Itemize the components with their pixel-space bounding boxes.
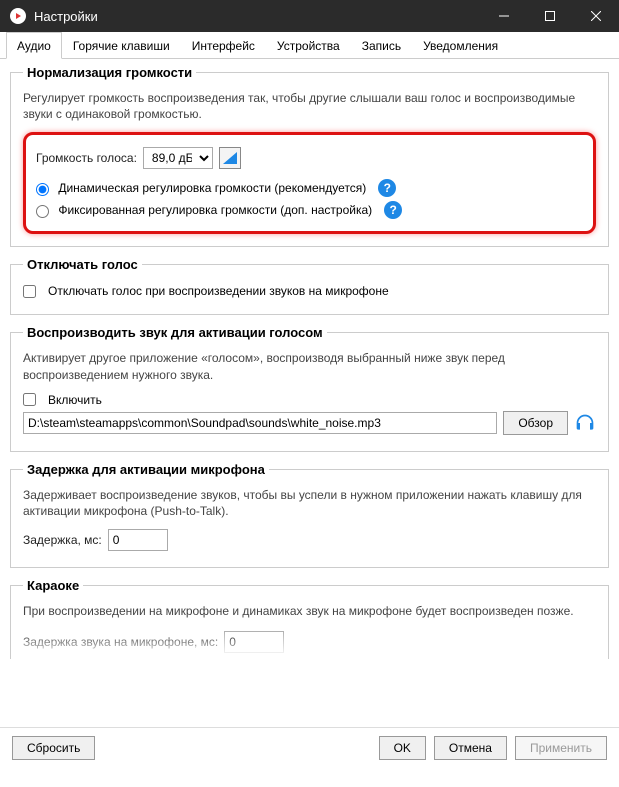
help-icon[interactable]: ? <box>378 179 396 197</box>
group-normalization-legend: Нормализация громкости <box>23 65 196 80</box>
headphones-icon[interactable] <box>574 412 596 434</box>
radio-dynamic-label[interactable]: Динамическая регулировка громкости (реко… <box>36 181 366 195</box>
tab-interface[interactable]: Интерфейс <box>181 32 266 59</box>
ok-button[interactable]: OK <box>379 736 426 760</box>
tab-audio[interactable]: Аудио <box>6 32 62 59</box>
tab-notifications[interactable]: Уведомления <box>412 32 509 59</box>
voice-volume-label: Громкость голоса: <box>36 151 137 165</box>
maximize-button[interactable] <box>527 0 573 32</box>
voice-volume-select[interactable]: 89,0 дБ <box>143 147 213 169</box>
group-voice-activation: Воспроизводить звук для активации голосо… <box>10 325 609 451</box>
radio-dynamic-text: Динамическая регулировка громкости (реко… <box>58 181 366 195</box>
group-karaoke: Караоке При воспроизведении на микрофоне… <box>10 578 609 659</box>
button-bar: Сбросить OK Отмена Применить <box>0 727 619 772</box>
window-title: Настройки <box>34 9 98 24</box>
reset-button[interactable]: Сбросить <box>12 736 95 760</box>
tab-devices[interactable]: Устройства <box>266 32 351 59</box>
close-button[interactable] <box>573 0 619 32</box>
tabs: Аудио Горячие клавиши Интерфейс Устройст… <box>0 32 619 59</box>
group-mic-delay-legend: Задержка для активации микрофона <box>23 462 269 477</box>
group-mute-voice: Отключать голос Отключать голос при восп… <box>10 257 609 315</box>
window-controls <box>481 0 619 32</box>
radio-fixed[interactable] <box>36 205 49 218</box>
mute-voice-checkbox[interactable] <box>23 285 36 298</box>
titlebar: Настройки <box>0 0 619 32</box>
voice-activation-enable-label[interactable]: Включить <box>23 393 596 407</box>
voice-activation-path-input[interactable] <box>23 412 497 434</box>
app-icon <box>10 8 26 24</box>
radio-fixed-label[interactable]: Фиксированная регулировка громкости (доп… <box>36 203 372 217</box>
mic-delay-input[interactable] <box>108 529 168 551</box>
volume-meter-icon[interactable] <box>219 147 241 169</box>
group-mute-voice-legend: Отключать голос <box>23 257 142 272</box>
karaoke-delay-label: Задержка звука на микрофоне, мс: <box>23 635 218 649</box>
mute-voice-checkbox-label[interactable]: Отключать голос при воспроизведении звук… <box>23 284 596 298</box>
mute-voice-text: Отключать голос при воспроизведении звук… <box>48 284 389 298</box>
minimize-button[interactable] <box>481 0 527 32</box>
voice-activation-enable-checkbox[interactable] <box>23 393 36 406</box>
mic-delay-label: Задержка, мс: <box>23 533 102 547</box>
group-mic-delay: Задержка для активации микрофона Задержи… <box>10 462 609 568</box>
group-voice-activation-legend: Воспроизводить звук для активации голосо… <box>23 325 327 340</box>
tab-record[interactable]: Запись <box>351 32 412 59</box>
apply-button[interactable]: Применить <box>515 736 607 760</box>
karaoke-delay-input[interactable] <box>224 631 284 653</box>
voice-activation-enable-text: Включить <box>48 393 102 407</box>
radio-fixed-text: Фиксированная регулировка громкости (доп… <box>58 203 372 217</box>
group-normalization: Нормализация громкости Регулирует громко… <box>10 65 609 247</box>
highlighted-region: Громкость голоса: 89,0 дБ Динамическая р… <box>23 132 596 234</box>
normalization-desc: Регулирует громкость воспроизведения так… <box>23 90 596 122</box>
karaoke-desc: При воспроизведении на микрофоне и динам… <box>23 603 596 619</box>
group-karaoke-legend: Караоке <box>23 578 83 593</box>
help-icon[interactable]: ? <box>384 201 402 219</box>
voice-activation-desc: Активирует другое приложение «голосом», … <box>23 350 596 382</box>
radio-dynamic[interactable] <box>36 183 49 196</box>
browse-button[interactable]: Обзор <box>503 411 568 435</box>
tab-hotkeys[interactable]: Горячие клавиши <box>62 32 181 59</box>
cancel-button[interactable]: Отмена <box>434 736 507 760</box>
content: Нормализация громкости Регулирует громко… <box>0 59 619 727</box>
mic-delay-desc: Задерживает воспроизведение звуков, чтоб… <box>23 487 596 519</box>
